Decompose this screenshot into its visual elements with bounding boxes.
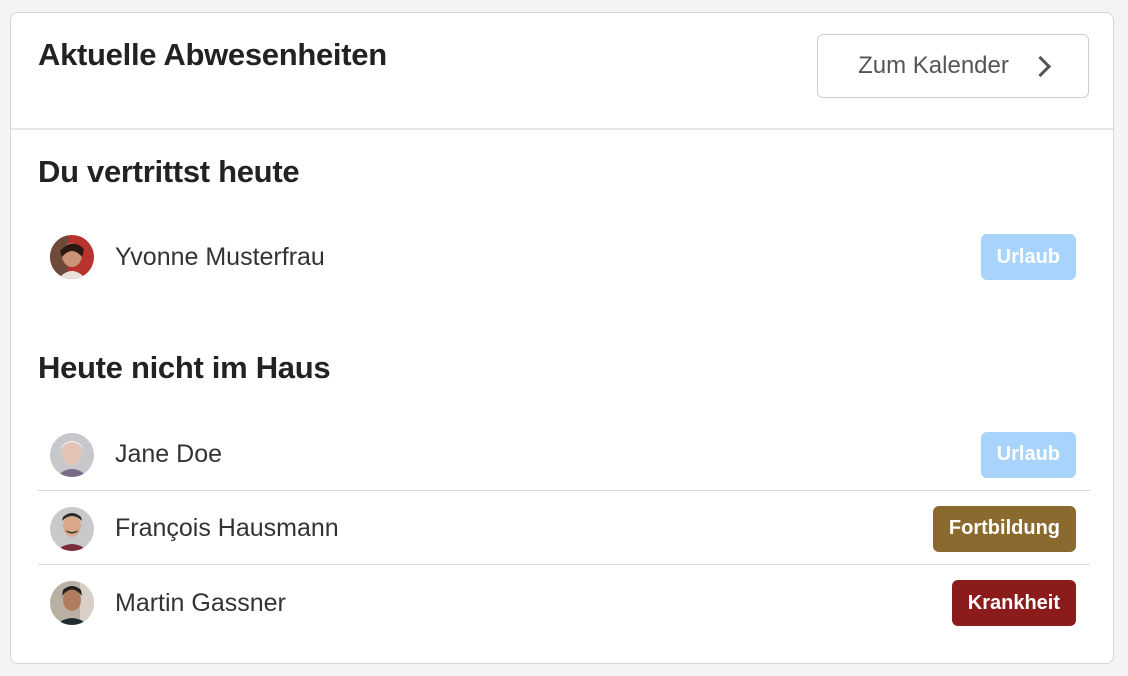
avatar-icon	[50, 432, 94, 477]
status-badge: Fortbildung	[932, 505, 1076, 552]
person-row[interactable]: François Hausmann Fortbildung	[38, 493, 1090, 565]
absences-card: Aktuelle Abwesenheiten Zum Kalender Du v…	[10, 12, 1114, 664]
status-badge: Urlaub	[980, 234, 1076, 280]
card-header: Aktuelle Abwesenheiten Zum Kalender	[11, 13, 1113, 130]
avatar-icon	[50, 506, 94, 551]
avatar-icon	[50, 581, 94, 625]
section-title-substitute: Du vertrittst heute	[38, 154, 300, 189]
person-name: François Hausmann	[115, 514, 339, 542]
person-row[interactable]: Yvonne Musterfrau Urlaub	[38, 221, 1090, 293]
person-name: Jane Doe	[115, 440, 223, 468]
status-badge: Urlaub	[980, 431, 1076, 478]
calendar-button-label: Zum Kalender	[858, 52, 1009, 79]
avatar-icon	[50, 235, 94, 279]
card-title: Aktuelle Abwesenheiten	[38, 37, 387, 72]
chevron-right-icon	[1029, 55, 1051, 77]
section-title-absent: Heute nicht im Haus	[38, 350, 331, 385]
person-name: Martin Gassner	[115, 588, 286, 617]
status-badge: Krankheit	[951, 580, 1076, 626]
calendar-button[interactable]: Zum Kalender	[817, 34, 1089, 98]
person-row[interactable]: Martin Gassner Krankheit	[38, 567, 1090, 639]
person-name: Yvonne Musterfrau	[115, 242, 325, 271]
person-row[interactable]: Jane Doe Urlaub	[38, 419, 1090, 491]
